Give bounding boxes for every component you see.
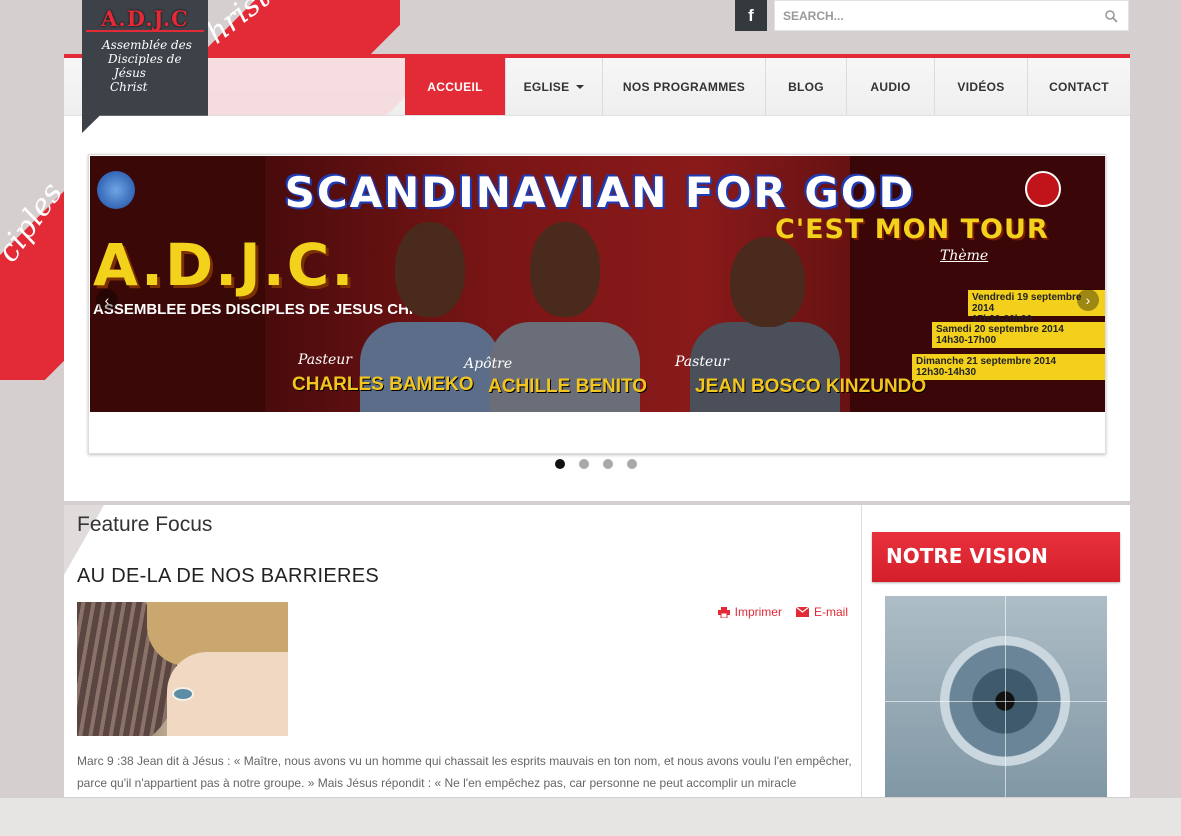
hero-slider: SCANDINAVIAN FOR GOD C'EST MON TOUR Thèm… [88,154,1106,454]
search-input[interactable] [775,1,1095,30]
nav-item-videos[interactable]: VIDÉOS [934,58,1027,115]
nav-item-eglise[interactable]: EGLISE [505,58,602,115]
vision-image [885,596,1107,806]
date-day-3: Dimanche 21 septembre 2014 [916,356,1057,367]
print-button[interactable]: Imprimer [717,605,782,619]
facebook-button[interactable]: f [735,0,767,31]
email-label: E-mail [813,605,848,619]
search-box [774,0,1129,31]
slider-pagination [555,459,637,469]
speaker-name-1: CHARLES BAMEKO [292,374,474,395]
ribbon-text-left: ciples [0,176,70,269]
site-logo[interactable]: A.D.J.C Assemblée des Disciples de Jésus… [82,0,208,133]
date-time-3: 12h30-14h30 [916,367,977,378]
banner-title: SCANDINAVIAN FOR GOD [284,168,916,217]
logo-abbr: A.D.J.C [101,6,189,31]
printer-icon [717,606,730,618]
nav-item-eglise-label: EGLISE [523,80,570,94]
email-button[interactable]: E-mail [795,605,848,619]
article-body: Marc 9 :38 Jean dit à Jésus : « Maître, … [77,754,852,790]
date-time-2: 14h30-17h00 [936,335,997,346]
date-band-3: Dimanche 21 septembre 2014 12h30-14h30 [912,354,1105,380]
speaker-role-2: Apôtre [464,356,513,372]
slider-dot-1[interactable] [555,459,565,469]
logo-rule [86,30,204,32]
logo-name-line-4: Christ [110,80,148,94]
logo-name-line-3: Jésus [114,66,146,80]
slider-next-arrow-icon[interactable]: › [1077,289,1099,311]
speaker-name-3: JEAN BOSCO KINZUNDO [695,376,927,397]
slider-dot-3[interactable] [603,459,613,469]
envelope-icon [795,607,809,617]
logo-name-line-2: Disciples de [108,52,182,66]
banner-theme-label: Thème [940,248,989,264]
section-title: Feature Focus [77,513,213,536]
vision-title: NOTRE VISION [872,532,1120,582]
slider-dot-4[interactable] [627,459,637,469]
logo-name-line-1: Assemblée des [102,38,192,52]
slider-dot-2[interactable] [579,459,589,469]
nav-item-accueil[interactable]: ACCUEIL [405,58,505,115]
bottom-bar [0,797,1181,836]
print-label: Imprimer [734,605,782,619]
main-container: ACCUEIL EGLISE NOS PROGRAMMES BLOG AUDIO… [64,54,1130,825]
sidebar: NOTRE VISION [863,505,1130,825]
nav-item-programmes[interactable]: NOS PROGRAMMES [602,58,765,115]
article-title[interactable]: AU DE-LA DE NOS BARRIERES [77,565,379,588]
main-nav: ACCUEIL EGLISE NOS PROGRAMMES BLOG AUDIO… [405,58,1130,115]
article-actions: Imprimer E-mail [717,605,848,619]
navbar: ACCUEIL EGLISE NOS PROGRAMMES BLOG AUDIO… [64,58,1130,116]
date-day-2: Samedi 20 septembre 2014 [936,324,1064,335]
media-logo-icon [97,171,135,209]
search-icon[interactable] [1104,9,1118,23]
nav-item-blog[interactable]: BLOG [765,58,846,115]
nav-item-contact[interactable]: CONTACT [1027,58,1130,115]
slider-banner-image: SCANDINAVIAN FOR GOD C'EST MON TOUR Thèm… [90,156,1105,412]
caret-down-icon [576,85,585,89]
banner-abbr: A.D.J.C. [93,231,356,299]
ribbon-text-top: hrist [199,0,277,52]
slider-prev-arrow-icon[interactable]: ‹ [96,289,118,311]
logo-name: Assemblée des Disciples de Jésus Christ [102,38,202,94]
date-band-2: Samedi 20 septembre 2014 14h30-17h00 [932,322,1105,348]
facebook-icon: f [748,5,754,25]
speaker-role-1: Pasteur [298,352,352,368]
main-content: Feature Focus AU DE-LA DE NOS BARRIERES … [64,505,862,825]
article-image [77,602,288,736]
speaker-role-3: Pasteur [675,354,729,370]
nav-item-audio[interactable]: AUDIO [846,58,934,115]
speaker-name-2: ACHILLE BENITO [488,376,648,397]
